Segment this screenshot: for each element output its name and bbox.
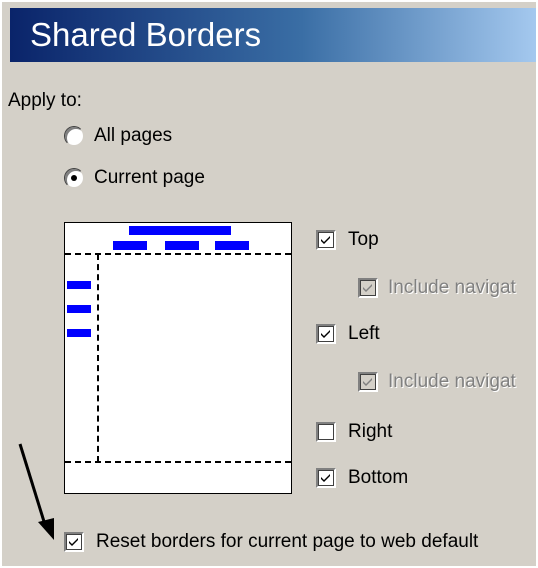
all-pages-radio[interactable] [64,126,84,146]
all-pages-label[interactable]: All pages [94,125,172,147]
checkmark-icon [321,330,330,338]
left-nav-bar-2 [67,305,91,313]
top-nav-bar-2 [165,241,199,250]
annotation-arrow-icon [18,443,54,540]
top-label[interactable]: Top [348,229,379,251]
top-checkbox[interactable] [316,230,336,250]
shared-borders-dialog: Shared Borders Apply to: All pages Curre… [0,0,536,566]
apply-to-label: Apply to: [8,90,82,111]
left-label[interactable]: Left [348,323,380,345]
top-include-navigation-label: Include navigat [388,277,516,298]
checkmark-icon [363,284,372,292]
title-bar: Shared Borders [10,8,536,62]
top-bar-title [129,226,231,235]
right-label[interactable]: Right [348,421,392,443]
top-nav-bar-1 [113,241,147,250]
left-checkbox[interactable] [316,324,336,344]
bottom-border-line [65,461,291,463]
reset-borders-label[interactable]: Reset borders for current page to web de… [96,531,478,553]
dialog-title: Shared Borders [30,16,262,53]
border-preview [64,222,292,494]
left-border-line [97,254,99,462]
checkmark-icon [363,378,372,386]
left-nav-bar-3 [67,329,91,337]
checkmark-icon [69,538,78,546]
radio-selected-dot [71,175,77,181]
left-nav-bar-1 [67,281,91,289]
checkmark-icon [321,236,330,244]
bottom-label[interactable]: Bottom [348,467,408,489]
left-include-navigation-checkbox[interactable] [358,372,378,392]
top-nav-bar-3 [215,241,249,250]
right-checkbox[interactable] [316,422,336,442]
current-page-label[interactable]: Current page [94,167,205,189]
top-include-navigation-checkbox[interactable] [358,278,378,298]
bottom-checkbox[interactable] [316,468,336,488]
current-page-radio[interactable] [64,168,84,188]
reset-borders-checkbox[interactable] [64,532,84,552]
left-include-navigation-label: Include navigat [388,371,516,392]
checkmark-icon [321,474,330,482]
